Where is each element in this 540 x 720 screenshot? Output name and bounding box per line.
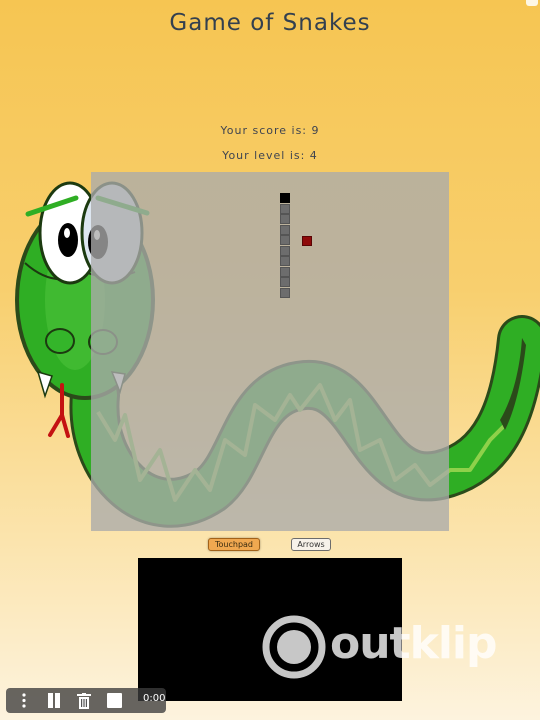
trash-icon[interactable]	[76, 692, 92, 709]
outklip-watermark: outklip	[262, 615, 512, 685]
recording-time: 0:00	[143, 693, 166, 704]
stop-icon[interactable]	[106, 693, 122, 708]
watermark-text: outklip	[330, 618, 498, 669]
snake-segment	[280, 224, 290, 235]
arrows-button[interactable]: Arrows	[291, 538, 331, 551]
snake-segment	[280, 245, 290, 256]
snake-head	[280, 193, 290, 203]
touchpad-button[interactable]: Touchpad	[208, 538, 260, 551]
pause-icon[interactable]	[46, 693, 62, 708]
snake-segment	[280, 214, 290, 224]
more-vertical-icon[interactable]	[20, 693, 28, 708]
outklip-logo-icon	[262, 615, 326, 679]
snake-segment	[280, 266, 290, 277]
corner-indicator	[526, 0, 538, 6]
food-pellet	[302, 236, 312, 246]
snake-segment	[280, 256, 290, 266]
snake-segment	[280, 235, 290, 245]
game-board[interactable]	[91, 172, 449, 531]
snake-segment	[280, 287, 290, 298]
snake-segment	[280, 203, 290, 214]
recording-toolbar	[6, 688, 166, 713]
snake-segment	[280, 277, 290, 287]
